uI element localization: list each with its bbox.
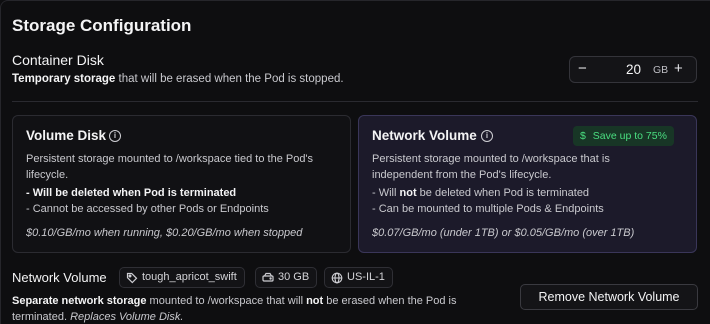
- volume-name-tag: tough_apricot_swift: [119, 267, 245, 288]
- volume-size-tag: 30 GB: [255, 267, 318, 288]
- volume-disk-price: $0.10/GB/mo when running, $0.20/GB/mo wh…: [26, 227, 303, 239]
- info-icon[interactable]: i: [481, 130, 493, 142]
- network-volume-bullet2: - Can be mounted to multiple Pods & Endp…: [372, 203, 604, 215]
- container-disk-title: Container Disk: [12, 52, 104, 68]
- volume-disk-bullet1: - Will be deleted when Pod is terminated: [26, 187, 236, 199]
- volume-disk-bullet2: - Cannot be accessed by other Pods or En…: [26, 203, 269, 215]
- network-volume-card[interactable]: Network Volume i $ Save up to 75% Persis…: [358, 115, 697, 253]
- divider: [12, 101, 698, 102]
- network-volume-title: Network Volume: [372, 128, 477, 143]
- nv-desc-bold2: not: [306, 295, 324, 307]
- network-volume-desc-line2: independent from the Pod's lifecycle.: [372, 169, 552, 181]
- network-volume-label: Network Volume: [12, 270, 107, 285]
- nv-bullet1-bold: not: [399, 187, 417, 199]
- nv-desc-italic: Replaces Volume Disk.: [70, 310, 184, 323]
- nv-desc-mid: mounted to /workspace that will: [146, 295, 307, 307]
- container-disk-desc-bold: Temporary storage: [12, 73, 116, 85]
- volume-disk-bullet1-text: - Will be deleted when Pod is terminated: [26, 187, 237, 199]
- tag-icon: [126, 272, 138, 284]
- container-disk-stepper[interactable]: − 20 GB +: [569, 56, 697, 83]
- volume-size: 30 GB: [278, 271, 310, 283]
- volume-region: US-IL-1: [347, 271, 385, 283]
- drive-icon: [262, 272, 274, 282]
- section-title: Storage Configuration: [12, 16, 192, 35]
- savings-badge: $ Save up to 75%: [573, 126, 674, 146]
- volume-disk-desc-line2: lifecycle.: [26, 169, 69, 181]
- volume-disk-title: Volume Disk: [26, 128, 107, 143]
- network-volume-desc-line1: Persistent storage mounted to /workspace…: [372, 153, 610, 165]
- globe-icon: [331, 272, 343, 284]
- remove-network-volume-button[interactable]: Remove Network Volume: [520, 284, 698, 310]
- storage-configuration-panel: Storage Configuration Container Disk Tem…: [0, 0, 710, 324]
- volume-disk-desc-line1: Persistent storage mounted to /workspace…: [26, 153, 314, 165]
- increment-button[interactable]: +: [674, 60, 683, 77]
- savings-badge-label: Save up to 75%: [592, 130, 667, 142]
- decrement-button[interactable]: −: [578, 60, 587, 77]
- nv-desc-bold1: Separate network storage: [12, 295, 147, 307]
- container-disk-description: Temporary storage that will be erased wh…: [12, 73, 344, 85]
- volume-region-tag: US-IL-1: [324, 267, 393, 288]
- network-volume-price: $0.07/GB/mo (under 1TB) or $0.05/GB/mo (…: [372, 227, 635, 239]
- nv-bullet1-pre: - Will: [372, 187, 400, 199]
- volume-name: tough_apricot_swift: [142, 271, 237, 283]
- container-disk-unit: GB: [653, 64, 669, 76]
- network-volume-description: Separate network storage mounted to /wor…: [12, 294, 492, 324]
- dollar-icon: $: [580, 130, 586, 142]
- nv-bullet1-post: be deleted when Pod is terminated: [416, 187, 590, 199]
- volume-disk-card[interactable]: Volume Disk i Persistent storage mounted…: [12, 115, 351, 253]
- container-disk-desc-rest: that will be erased when the Pod is stop…: [115, 73, 344, 85]
- container-disk-value[interactable]: 20: [626, 62, 641, 77]
- network-volume-bullet1: - Will not be deleted when Pod is termin…: [372, 187, 589, 199]
- info-icon[interactable]: i: [109, 130, 121, 142]
